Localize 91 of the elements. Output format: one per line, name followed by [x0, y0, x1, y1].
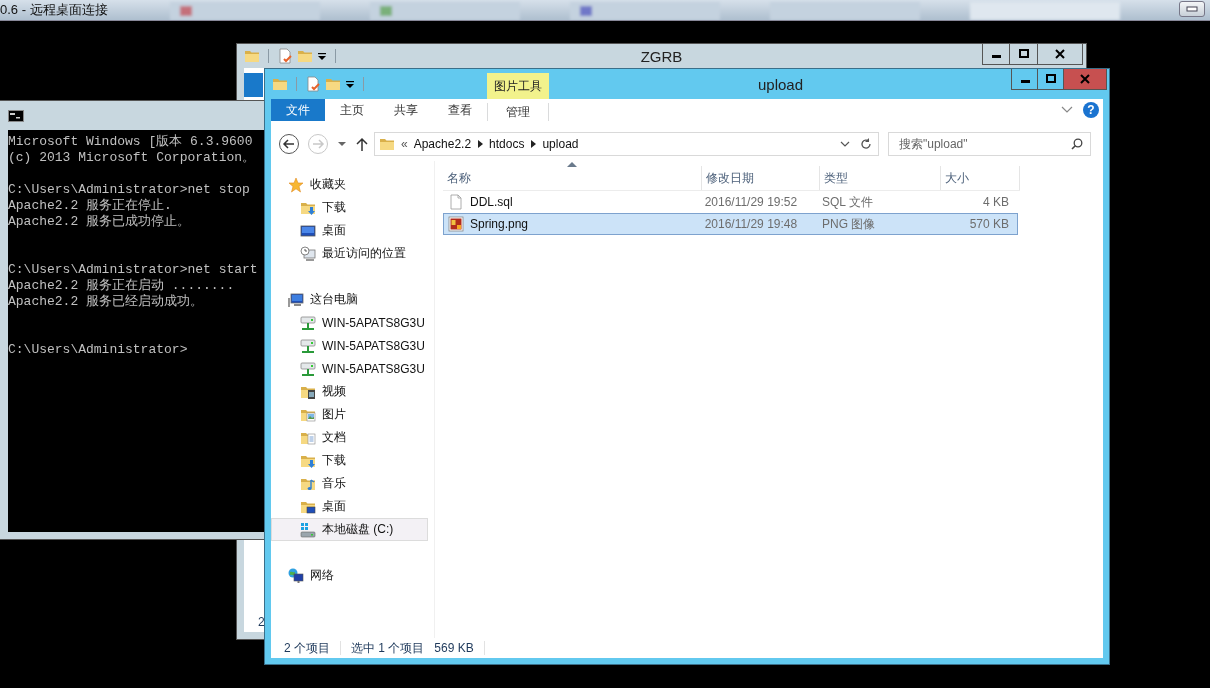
caret-down-icon: [337, 141, 347, 147]
recent-locations-button[interactable]: [337, 141, 347, 147]
search-field[interactable]: 搜索"upload": [888, 132, 1091, 156]
dropdown-icon[interactable]: [317, 51, 327, 61]
navigation-item[interactable]: 网络: [271, 564, 428, 587]
navigation-item[interactable]: 文档: [271, 426, 428, 449]
maximize-icon: [1045, 74, 1056, 84]
navigation-item[interactable]: 收藏夹: [271, 173, 428, 196]
network-drive-icon: [300, 314, 316, 331]
image-file-icon: [448, 216, 464, 232]
navigation-item[interactable]: 这台电脑: [271, 288, 428, 311]
selection-count: 选中 1 个项目: [351, 639, 425, 657]
window-title: ZGRB: [640, 47, 683, 65]
navigation-item[interactable]: WIN-5APATS8G3U: [271, 334, 428, 357]
picture-tools-tab[interactable]: 图片工具: [487, 73, 549, 99]
date-cell: 2016/11/29 19:52: [704, 195, 798, 209]
console-line: (c) 2013 Microsoft Corporation。: [8, 150, 257, 166]
ribbon-tab[interactable]: 文件: [271, 99, 325, 121]
file-name: DDL.sql: [470, 195, 513, 209]
file-row[interactable]: Spring.png 2016/11/29 19:48 PNG 图像 570 KB: [443, 213, 1018, 235]
arrow-left-icon: [282, 138, 296, 150]
document-icon: [448, 194, 464, 210]
up-button[interactable]: [356, 137, 368, 151]
chevron-down-icon[interactable]: [840, 140, 850, 148]
refresh-icon[interactable]: [860, 138, 872, 150]
chevron-right-icon[interactable]: [477, 140, 484, 148]
console-line: C:\Users\Administrator>: [8, 342, 189, 358]
console-icon: [8, 109, 24, 122]
checked-document-icon[interactable]: [305, 76, 321, 92]
navigation-item[interactable]: WIN-5APATS8G3U: [271, 357, 428, 380]
search-icon[interactable]: [1071, 138, 1083, 150]
clock-monitor-icon: [300, 245, 316, 262]
console-line: Apache2.2 服务正在停止.: [8, 198, 173, 214]
navigation-item[interactable]: 本地磁盘 (C:): [271, 518, 428, 541]
star-icon: [288, 176, 304, 193]
close-button[interactable]: [1037, 44, 1083, 65]
navigation-item[interactable]: 音乐: [271, 472, 428, 495]
network-drive-icon: [300, 337, 316, 354]
minimize-button[interactable]: [1011, 69, 1038, 90]
checked-document-icon[interactable]: [277, 48, 293, 64]
ribbon-tab[interactable]: 管理: [487, 103, 549, 121]
disk-drive-icon: [300, 521, 316, 538]
size-cell: 570 KB: [969, 217, 1009, 231]
computer-icon: [288, 291, 304, 308]
window-title: upload: [757, 75, 803, 93]
file-name: Spring.png: [470, 217, 529, 231]
console-line: Apache2.2 服务正在启动 ........: [8, 278, 236, 294]
sort-arrow-icon: [567, 162, 577, 167]
size-cell: 4 KB: [983, 195, 1009, 209]
navigation-item[interactable]: 下载: [271, 196, 428, 219]
console-line: Microsoft Windows [版本 6.3.9600: [8, 134, 254, 150]
window-title: 0.6 - 远程桌面连接: [0, 1, 108, 19]
close-icon: [1055, 49, 1065, 59]
monitor-icon: [300, 222, 316, 239]
status-text: 2: [258, 615, 265, 629]
minimize-button[interactable]: [982, 44, 1010, 65]
dropdown-icon[interactable]: [345, 79, 355, 89]
date-cell: 2016/11/29 19:48: [704, 217, 798, 231]
folder-icon: [379, 136, 395, 152]
maximize-icon: [1018, 49, 1029, 59]
navigation-item[interactable]: 下载: [271, 449, 428, 472]
breadcrumb[interactable]: htdocs: [489, 137, 525, 151]
breadcrumb[interactable]: Apache2.2: [413, 137, 472, 151]
navigation-item[interactable]: 视频: [271, 380, 428, 403]
overflow-chevron[interactable]: «: [401, 137, 408, 151]
file-row[interactable]: DDL.sql 2016/11/29 19:52 SQL 文件 4 KB: [443, 191, 1018, 213]
arrow-up-icon: [356, 137, 368, 151]
console-line: C:\Users\Administrator>net stop: [8, 182, 251, 198]
selection-size: 569 KB: [434, 641, 474, 655]
arrow-right-icon: [311, 138, 325, 150]
navigation-item[interactable]: 桌面: [271, 219, 428, 242]
navigation-item[interactable]: 桌面: [271, 495, 428, 518]
item-count: 2 个项目: [284, 639, 330, 657]
back-button[interactable]: [279, 134, 299, 154]
minimize-icon: [1186, 6, 1198, 12]
navigation-item[interactable]: 图片: [271, 403, 428, 426]
breadcrumb[interactable]: upload: [542, 137, 579, 151]
navigation-item[interactable]: 最近访问的位置: [271, 242, 428, 265]
network-drive-icon: [300, 360, 316, 377]
navigation-item[interactable]: WIN-5APATS8G3U: [271, 311, 428, 334]
chevron-down-icon[interactable]: [1061, 106, 1073, 114]
close-icon: [1080, 74, 1090, 84]
help-button[interactable]: ?: [1083, 102, 1099, 118]
network-icon: [288, 567, 304, 584]
console-line: Apache2.2 服务已成功停止。: [8, 214, 191, 230]
console-line: Apache2.2 服务已经启动成功。: [8, 294, 204, 310]
console-line: C:\Users\Administrator>net start: [8, 262, 259, 278]
type-cell: PNG 图像: [822, 216, 876, 231]
chevron-right-icon[interactable]: [530, 140, 537, 148]
type-cell: SQL 文件: [822, 194, 873, 209]
address-bar[interactable]: « Apache2.2 htdocs upload: [374, 132, 879, 156]
